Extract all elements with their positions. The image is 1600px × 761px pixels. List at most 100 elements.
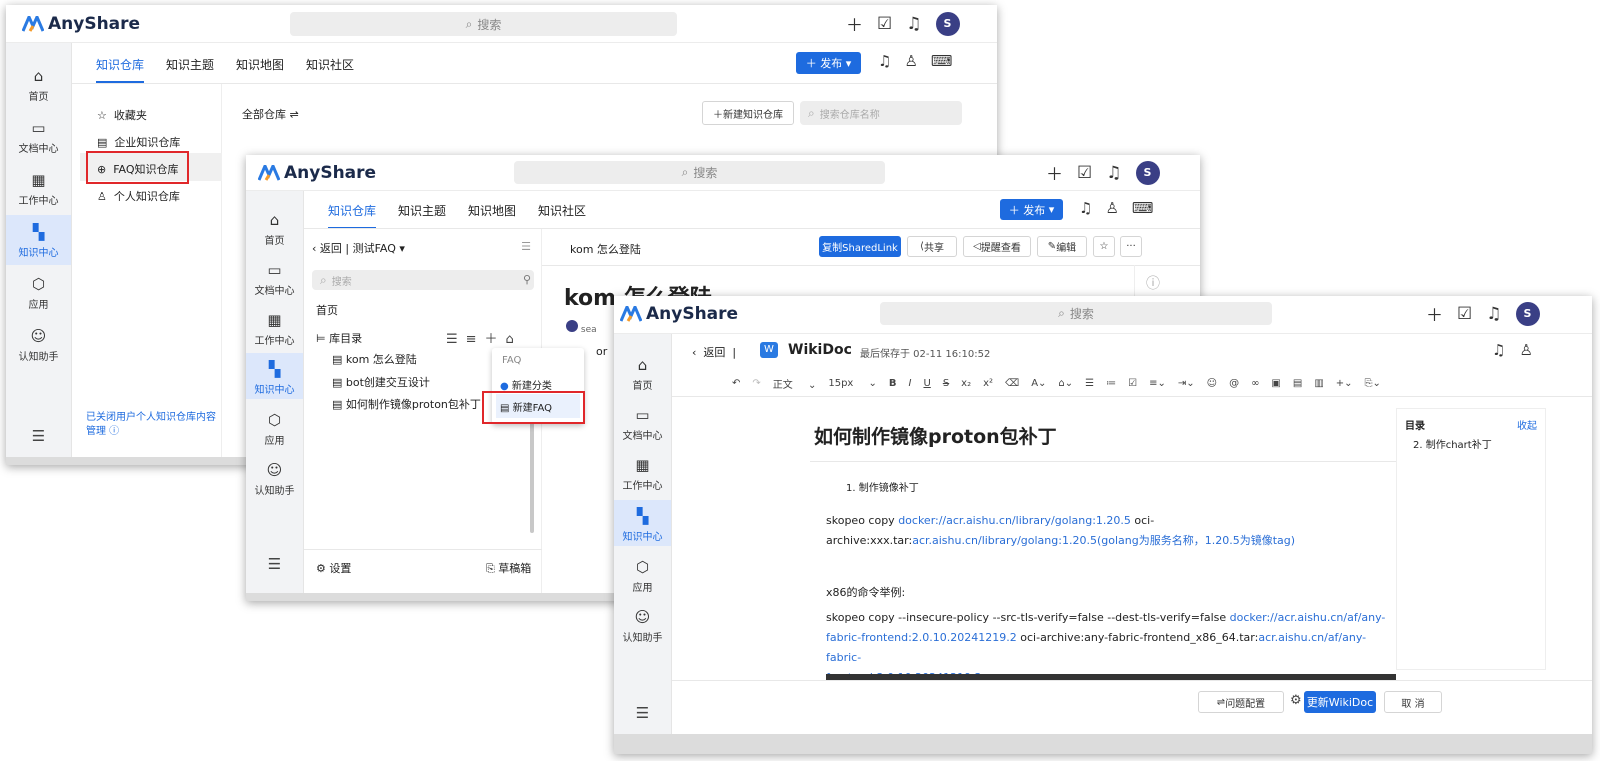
numbered-list-icon[interactable]: ≔ [1106, 378, 1116, 389]
publish-button[interactable]: ＋ 发布 ▾ [796, 52, 861, 74]
list-toggle-icon[interactable]: ☰ [521, 240, 531, 253]
sidebar-item-home[interactable]: ⌂ 首页 [246, 211, 303, 247]
sidebar-item-docs[interactable]: ▭ 文档中心 [6, 119, 71, 155]
sidebar-item-home[interactable]: ⌂ 首页 [614, 356, 671, 392]
bell-icon[interactable]: ♫ [906, 14, 921, 34]
menu-new-category[interactable]: ● 新建分类 [500, 377, 552, 392]
tab-topic[interactable]: 知识主题 [166, 56, 214, 73]
disabled-note-2[interactable]: 管理 ⓘ [86, 422, 119, 437]
task-icon[interactable]: ☑ [1457, 304, 1472, 324]
bell-icon[interactable]: ♫ [1079, 199, 1092, 217]
avatar[interactable]: S [1135, 160, 1160, 185]
tab-map[interactable]: 知识地图 [468, 202, 516, 219]
tab-repo[interactable]: 知识仓库 [328, 202, 377, 229]
tab-community[interactable]: 知识社区 [538, 202, 586, 219]
nav-enterprise[interactable]: ▤ 企业知识仓库 [97, 134, 180, 150]
sidebar-item-docs[interactable]: ▭ 文档中心 [246, 261, 303, 297]
list-item[interactable]: 1. 制作镜像补丁 [846, 479, 919, 499]
add-icon[interactable]: ＋ [846, 11, 863, 36]
settings-button[interactable]: ⚙ 设置 [316, 560, 351, 576]
user-icon[interactable]: ♙ [1105, 199, 1118, 217]
image-icon[interactable]: ▣ [1271, 378, 1280, 389]
paragraph-1[interactable]: skopeo copy docker://acr.aishu.cn/librar… [826, 511, 1386, 551]
star-icon[interactable]: ☆ [1093, 236, 1115, 257]
mention-icon[interactable]: @ [1229, 378, 1239, 389]
bell-icon[interactable]: ♫ [1492, 341, 1505, 359]
insert-icon[interactable]: +⌄ [1336, 378, 1353, 389]
nav-personal[interactable]: ♙ 个人知识仓库 [97, 188, 180, 204]
remind-button[interactable]: ◁ 提醒查看 [963, 236, 1031, 257]
repo-search-input[interactable]: ⌕ 搜索仓库名称 [800, 101, 962, 125]
sidebar-item-work[interactable]: ▦ 工作中心 [246, 311, 303, 347]
avatar[interactable]: S [935, 11, 960, 36]
new-repo-button[interactable]: ＋ 新建知识仓库 [702, 101, 794, 125]
toc-collapse-button[interactable]: 收起 [1517, 417, 1537, 432]
bell-icon[interactable]: ♫ [878, 52, 891, 70]
copy-sharedlink-button[interactable]: 复制SharedLink [819, 236, 901, 257]
bell-icon[interactable]: ♫ [1106, 163, 1121, 183]
info-icon[interactable]: ⓘ [1146, 273, 1160, 293]
user-icon[interactable]: ♙ [904, 52, 917, 70]
tab-topic[interactable]: 知识主题 [398, 202, 446, 219]
sidebar-item-knowledge[interactable]: ▚ 知识中心 [246, 353, 303, 399]
undo-icon[interactable]: ↶ [732, 378, 740, 389]
publish-button[interactable]: ＋ 发布 ▾ [1000, 199, 1063, 220]
bullet-list-icon[interactable]: ☰ [1085, 378, 1094, 389]
tree-item[interactable]: ▤ bot创建交互设计 [332, 374, 430, 390]
bold-icon[interactable]: B [889, 378, 897, 389]
catalog-actions[interactable]: ☰≡＋⌂ [446, 328, 522, 347]
sidebar-item-assistant[interactable]: ☺ 认知助手 [246, 461, 303, 497]
add-icon[interactable]: ＋ [1426, 301, 1443, 326]
toc-item[interactable]: 2. 制作chart补丁 [1413, 436, 1492, 451]
checklist-icon[interactable]: ☑ [1128, 378, 1137, 389]
add-icon[interactable]: ＋ [1046, 160, 1063, 185]
sidebar-item-knowledge[interactable]: ▚ 知识中心 [6, 215, 71, 265]
paragraph-2[interactable]: x86的命令举例: [826, 583, 905, 603]
size-select[interactable]: 15px ⌄ [828, 378, 877, 389]
embed-icon[interactable]: ▥ [1314, 378, 1323, 389]
sidebar-item-work[interactable]: ▦ 工作中心 [614, 456, 671, 492]
tree-search-input[interactable]: ⌕ 搜索 [312, 270, 534, 290]
subscript-icon[interactable]: x₂ [961, 378, 971, 389]
superscript-icon[interactable]: x² [983, 378, 993, 389]
underline-icon[interactable]: U [923, 378, 930, 389]
tree-home[interactable]: 首页 [316, 302, 338, 318]
highlight-icon[interactable]: ⌂⌄ [1058, 378, 1073, 389]
global-search-input[interactable]: ⌕ 搜索 [290, 12, 677, 36]
tab-map[interactable]: 知识地图 [236, 56, 284, 73]
more-tools-icon[interactable]: ⎘⌄ [1365, 378, 1381, 389]
task-icon[interactable]: ☑ [877, 14, 892, 34]
question-config-button[interactable]: ⇌ 问题配置 [1198, 691, 1284, 713]
table-icon[interactable]: ▤ [1293, 378, 1302, 389]
collapse-menu-icon[interactable]: ☰ [614, 704, 671, 722]
cancel-button[interactable]: 取 消 [1384, 691, 1442, 713]
sidebar-item-work[interactable]: ▦ 工作中心 [6, 171, 71, 207]
user-icon[interactable]: ♙ [1519, 341, 1532, 359]
collapse-menu-icon[interactable]: ☰ [6, 427, 71, 445]
sidebar-item-apps[interactable]: ⬡ 应用 [6, 275, 71, 311]
style-select[interactable]: 正文 ⌄ [773, 376, 817, 391]
task-icon[interactable]: ☑ [1077, 163, 1092, 183]
sidebar-item-assistant[interactable]: ☺ 认知助手 [6, 327, 71, 363]
edit-button[interactable]: ✎ 编辑 [1037, 236, 1087, 257]
global-search-input[interactable]: ⌕ 搜索 [880, 302, 1272, 325]
gear-icon[interactable]: ⚙ [1290, 693, 1302, 708]
tree-item[interactable]: ▤ kom 怎么登陆 [332, 351, 417, 367]
global-search-input[interactable]: ⌕ 搜索 [514, 161, 885, 184]
clear-format-icon[interactable]: ⌫ [1005, 378, 1019, 389]
font-color-icon[interactable]: A⌄ [1031, 378, 1046, 389]
link[interactable]: fabric-frontend:2.0.10.20241219.2 [826, 631, 1017, 644]
back-button[interactable]: ‹ 返回 | 测试FAQ ▾ [312, 240, 405, 256]
tree-item[interactable]: ▤ 如何制作镜像proton包补丁 [332, 396, 481, 412]
sidebar-item-assistant[interactable]: ☺ 认知助手 [614, 608, 671, 644]
bell-icon[interactable]: ♫ [1486, 304, 1501, 324]
link[interactable]: docker://acr.aishu.cn/library/golang:1.2… [898, 514, 1131, 527]
align-icon[interactable]: ≡⌄ [1149, 378, 1166, 389]
link[interactable]: docker://acr.aishu.cn/af/any- [1230, 611, 1386, 624]
update-wikidoc-button[interactable]: 更新WikiDoc [1304, 691, 1376, 713]
brand-logo[interactable]: AnyShare [22, 14, 140, 34]
disabled-note[interactable]: 已关闭用户个人知识仓库内容 [86, 408, 216, 423]
brand-logo[interactable]: AnyShare [258, 163, 376, 183]
sidebar-item-apps[interactable]: ⬡ 应用 [614, 558, 671, 594]
link-icon[interactable]: ∞ [1251, 378, 1259, 389]
